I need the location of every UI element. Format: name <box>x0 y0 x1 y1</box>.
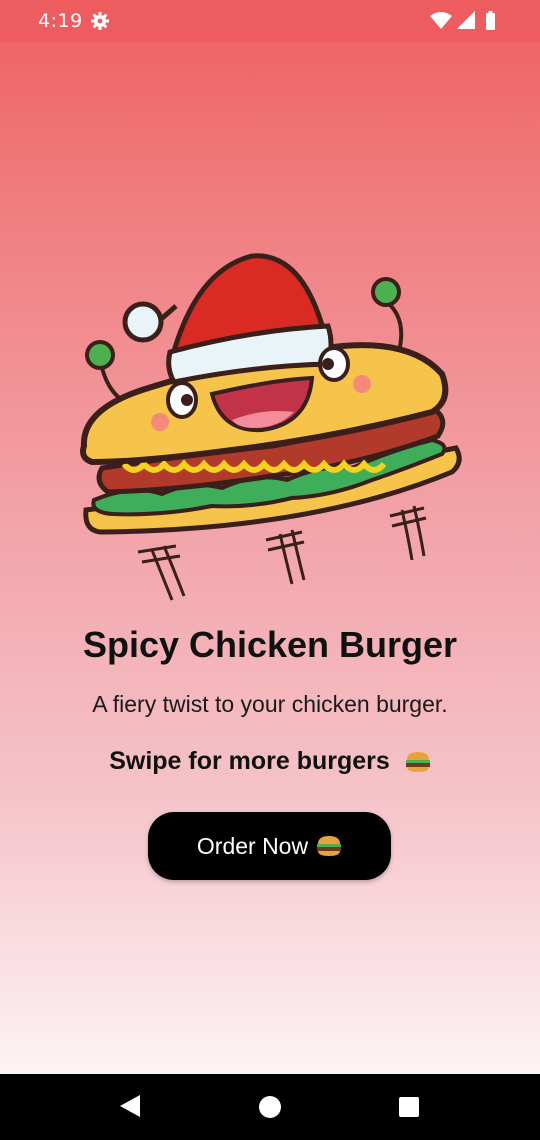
status-time: 4:19 <box>38 10 83 32</box>
status-bar: 4:19 <box>0 0 540 42</box>
swipe-hint-text: Swipe for more burgers <box>109 747 390 775</box>
status-icons <box>430 11 495 30</box>
home-icon[interactable] <box>259 1096 281 1118</box>
order-now-button[interactable]: Order Now <box>148 812 391 880</box>
battery-icon <box>486 13 495 30</box>
back-icon[interactable] <box>118 1093 142 1119</box>
order-now-label: Order Now <box>196 832 309 859</box>
wifi-icon <box>430 12 452 29</box>
navigation-bar <box>0 1074 540 1140</box>
product-title: Spicy Chicken Burger <box>82 624 458 665</box>
burger-emoji-icon <box>317 836 342 856</box>
cellular-signal-icon <box>457 11 475 29</box>
recents-icon[interactable] <box>399 1097 419 1117</box>
burger-mascot-illustration <box>80 253 462 601</box>
swipe-hint: Swipe for more burgers <box>0 747 540 776</box>
burger-emoji-icon <box>405 752 430 773</box>
product-description: A fiery twist to your chicken burger. <box>92 691 448 717</box>
settings-gear-icon <box>91 12 109 30</box>
